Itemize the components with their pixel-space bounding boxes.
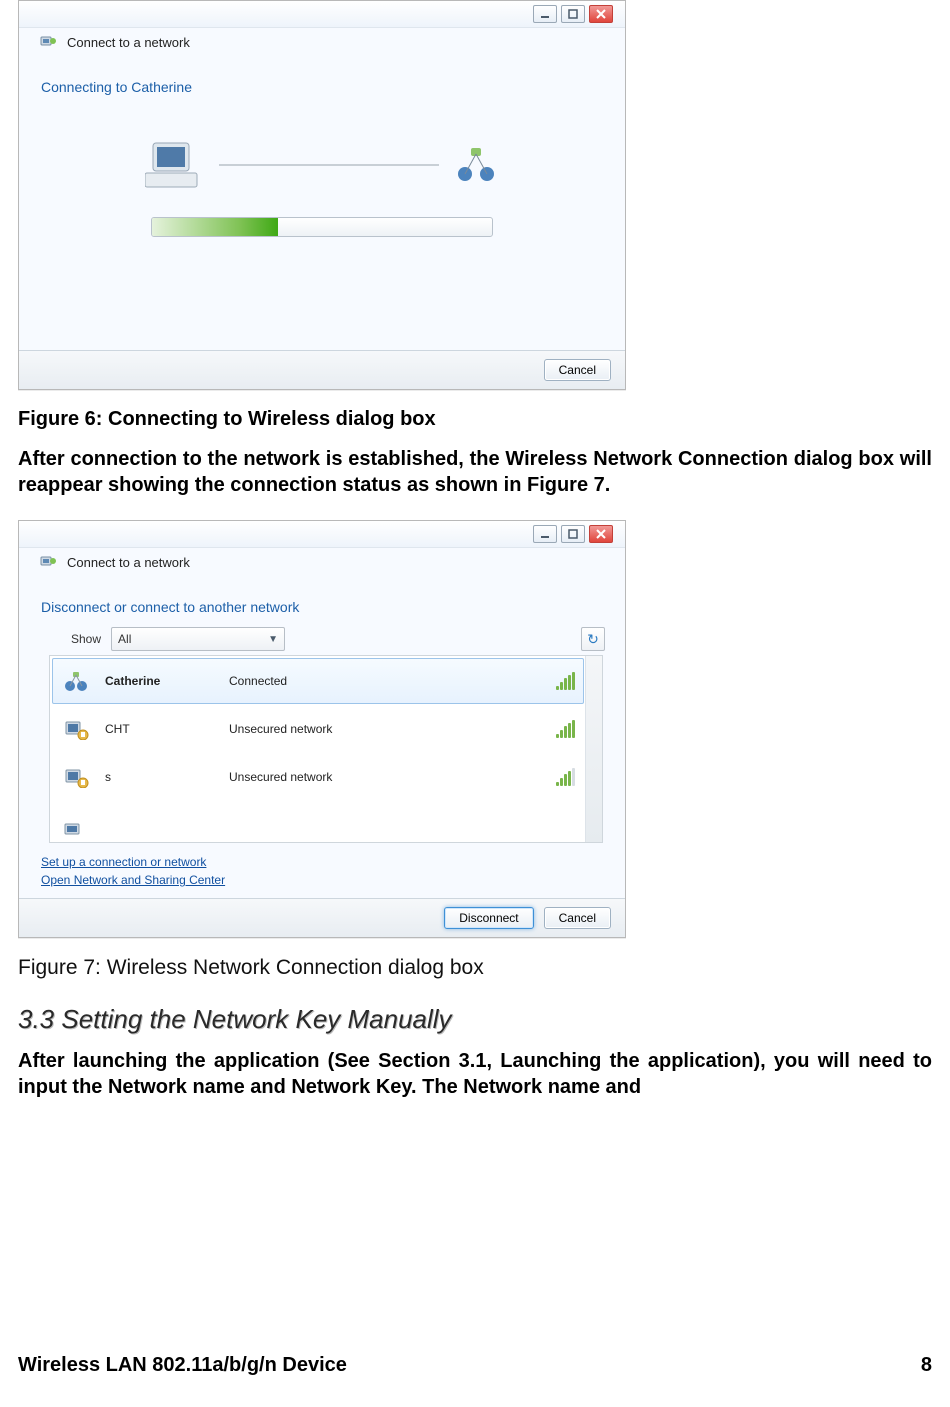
scroll-down-button[interactable]: ▾ — [586, 825, 602, 842]
minimize-button[interactable] — [533, 5, 557, 23]
network-row-partial[interactable] — [52, 822, 584, 842]
paragraph-2: After launching the application (See Sec… — [18, 1049, 932, 1100]
signal-icon — [556, 672, 575, 690]
section-heading: 3.3 Setting the Network Key Manually — [18, 1004, 932, 1035]
cancel-button[interactable]: Cancel — [544, 359, 611, 381]
progress-bar — [151, 217, 493, 237]
disconnect-heading: Disconnect or connect to another network — [41, 599, 299, 615]
minimize-button[interactable] — [533, 525, 557, 543]
wifi-icon — [60, 822, 90, 836]
network-row[interactable]: s Unsecured network — [52, 754, 584, 800]
refresh-button[interactable]: ↻ — [581, 627, 605, 651]
open-sharing-center-link[interactable]: Open Network and Sharing Center — [41, 871, 225, 889]
network-name: s — [105, 770, 215, 784]
network-list: ▴ ▾ Catherine Connected CHT Unsecured ne… — [49, 655, 603, 843]
maximize-button[interactable] — [561, 525, 585, 543]
footer-product: Wireless LAN 802.11a/b/g/n Device — [18, 1354, 347, 1377]
computer-icon — [145, 139, 205, 191]
close-button[interactable] — [589, 525, 613, 543]
wifi-unsecured-icon — [61, 718, 91, 740]
network-status: Unsecured network — [229, 770, 542, 784]
close-button[interactable] — [589, 5, 613, 23]
bottom-links: Set up a connection or network Open Netw… — [41, 853, 225, 889]
setup-connection-link[interactable]: Set up a connection or network — [41, 853, 225, 871]
page-footer: Wireless LAN 802.11a/b/g/n Device 8 — [18, 1354, 932, 1377]
network-list-dialog: Connect to a network Disconnect or conne… — [18, 520, 626, 938]
network-row[interactable]: CHT Unsecured network — [52, 706, 584, 752]
connection-graphic — [19, 139, 625, 191]
signal-icon — [556, 720, 575, 738]
network-status: Connected — [229, 674, 542, 688]
cancel-button[interactable]: Cancel — [544, 907, 611, 929]
maximize-button[interactable] — [561, 5, 585, 23]
connecting-heading: Connecting to Catherine — [41, 79, 192, 95]
signal-icon — [556, 768, 575, 786]
network-icon — [39, 33, 57, 51]
show-label: Show — [71, 632, 101, 646]
dialog-title: Connect to a network — [67, 35, 190, 50]
show-dropdown[interactable]: All ▼ — [111, 627, 285, 651]
dialog-footer: Disconnect Cancel — [19, 898, 625, 937]
show-value: All — [118, 632, 131, 646]
network-row[interactable]: Catherine Connected — [52, 658, 584, 704]
network-name: CHT — [105, 722, 215, 736]
wifi-connected-icon — [61, 670, 91, 692]
page-number: 8 — [921, 1354, 932, 1377]
chevron-down-icon: ▼ — [268, 634, 278, 645]
scroll-up-button[interactable]: ▴ — [586, 656, 602, 673]
dialog-footer: Cancel — [19, 350, 625, 389]
network-icon — [39, 553, 57, 571]
figure-7-caption: Figure 7: Wireless Network Connection di… — [18, 956, 932, 980]
figure-6-caption: Figure 6: Connecting to Wireless dialog … — [18, 408, 932, 431]
titlebar — [19, 1, 625, 28]
network-status: Unsecured network — [229, 722, 542, 736]
paragraph-1: After connection to the network is estab… — [18, 447, 932, 498]
disconnect-button[interactable]: Disconnect — [444, 907, 533, 929]
titlebar — [19, 521, 625, 548]
network-device-icon — [453, 144, 499, 186]
network-name: Catherine — [105, 674, 215, 688]
wifi-unsecured-icon — [61, 766, 91, 788]
dialog-title: Connect to a network — [67, 555, 190, 570]
connecting-dialog: Connect to a network Connecting to Cathe… — [18, 0, 626, 390]
